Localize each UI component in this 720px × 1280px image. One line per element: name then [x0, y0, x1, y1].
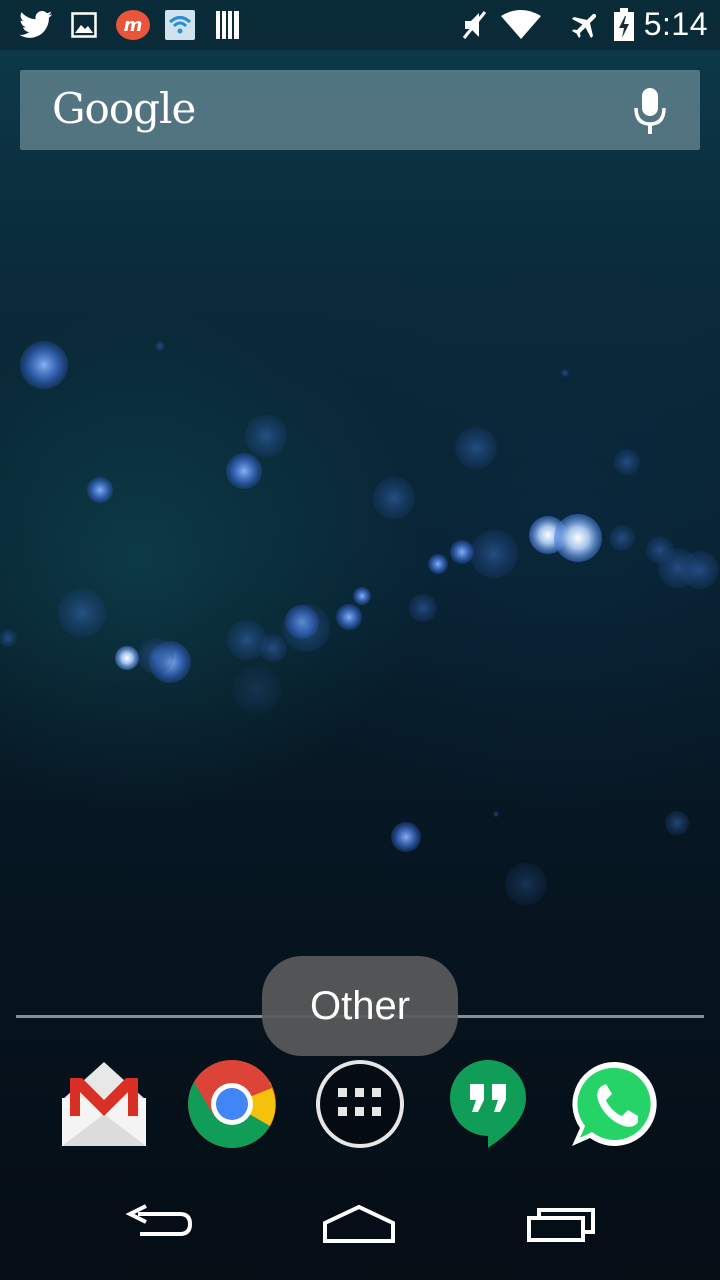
whatsapp-app-icon[interactable]: [568, 1058, 664, 1154]
chrome-app-icon[interactable]: [186, 1058, 282, 1154]
recents-icon[interactable]: [516, 1194, 606, 1254]
back-icon[interactable]: [114, 1194, 204, 1254]
home-icon[interactable]: [314, 1194, 404, 1254]
folder-label-tooltip: Other: [262, 956, 458, 1056]
hangouts-app-icon[interactable]: [446, 1058, 542, 1154]
google-logo: Google: [52, 84, 196, 133]
navigation-bar: [0, 1180, 720, 1280]
all-apps-button[interactable]: [314, 1058, 410, 1154]
status-clock: 5:14: [643, 6, 708, 42]
wifi-app-icon: [164, 8, 196, 42]
image-icon: [70, 8, 98, 42]
twitter-icon: [18, 8, 54, 42]
barcode-icon: [214, 8, 242, 42]
airplane-icon: [568, 8, 604, 42]
wifi-icon: [500, 8, 542, 42]
app-m-icon: m: [114, 8, 152, 42]
svg-text:m: m: [124, 15, 143, 36]
microphone-icon[interactable]: [630, 86, 670, 136]
battery-charging-icon: [612, 8, 636, 42]
google-search-bar[interactable]: Google: [20, 70, 700, 150]
gmail-app-icon[interactable]: [56, 1058, 152, 1154]
mute-icon: [460, 8, 490, 42]
status-bar: m 5:14: [0, 0, 720, 50]
